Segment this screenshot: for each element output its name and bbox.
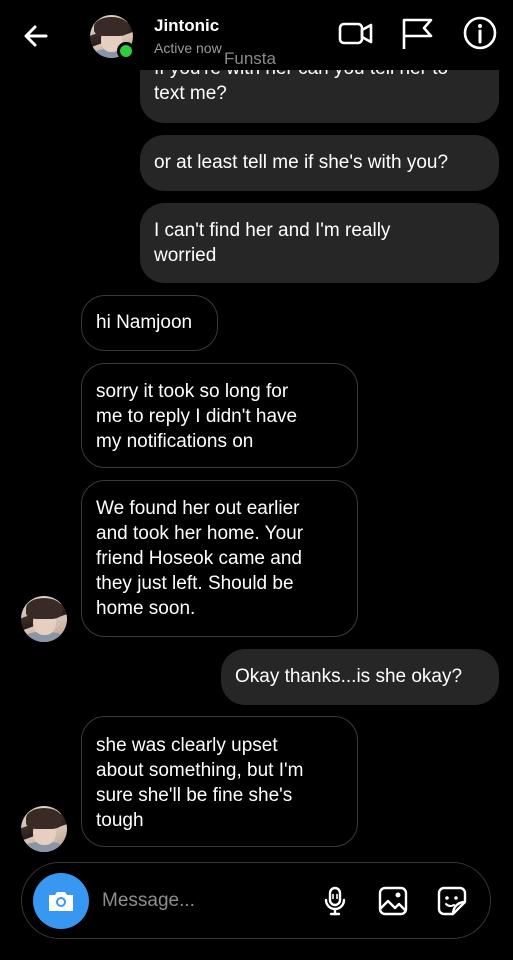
message-bubble-received[interactable]: We found her out earlier and took her ho… [81, 480, 358, 637]
contact-name[interactable]: Jintonic [154, 16, 219, 36]
sticker-icon[interactable] [436, 885, 468, 917]
back-arrow-icon[interactable] [18, 18, 54, 54]
watermark: Funsta [224, 49, 276, 68]
info-icon[interactable] [462, 15, 498, 51]
sender-avatar[interactable] [21, 806, 67, 852]
message-bubble-sent[interactable]: or at least tell me if she's with you? [140, 135, 499, 191]
online-indicator [117, 42, 135, 60]
message-input[interactable] [102, 885, 302, 917]
flag-icon[interactable] [400, 15, 436, 51]
active-status: Active now [154, 40, 222, 56]
gallery-icon[interactable] [377, 885, 409, 917]
message-bubble-sent[interactable]: Okay thanks...is she okay? [221, 649, 499, 705]
message-bubble-received[interactable]: hi Namjoon [81, 295, 218, 351]
message-bubble-sent[interactable]: I can't find her and I'm really worried [140, 203, 499, 283]
microphone-icon[interactable] [319, 885, 351, 917]
sender-avatar[interactable] [21, 596, 67, 642]
message-composer [21, 862, 491, 939]
message-bubble-received[interactable]: she was clearly upset about something, b… [81, 716, 358, 847]
message-bubble-received[interactable]: sorry it took so long for me to reply I … [81, 363, 358, 468]
camera-icon[interactable] [33, 873, 89, 929]
video-call-icon[interactable] [338, 15, 374, 51]
